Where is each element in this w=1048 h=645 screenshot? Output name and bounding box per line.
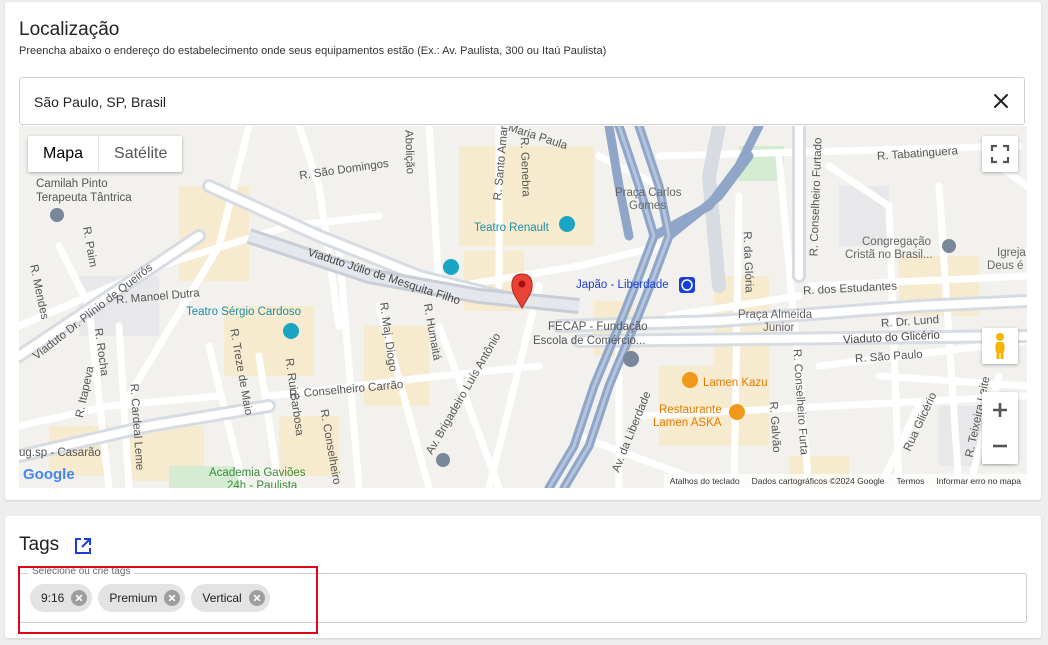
- tags-select-field[interactable]: Selecione ou crie tags 9:16 Premium Vert…: [19, 566, 1027, 623]
- map-label: R. da Glória: [740, 231, 755, 293]
- zoom-in-icon[interactable]: [982, 392, 1018, 428]
- map-data-text: Dados cartográficos ©2024 Google: [751, 476, 885, 486]
- tag-chip-label: 9:16: [41, 591, 65, 605]
- map-label: Praça Almeida: [738, 309, 813, 321]
- map-label: Lamen Kazu: [703, 377, 768, 389]
- location-title: Localização: [19, 19, 120, 40]
- map-label: Deus é: [987, 260, 1024, 272]
- tag-chip[interactable]: Vertical: [191, 584, 270, 612]
- keyboard-shortcuts-link[interactable]: Atalhos do teclado: [664, 476, 746, 486]
- location-subtitle: Preencha abaixo o endereço do estabeleci…: [19, 45, 607, 57]
- pegman-icon: [995, 333, 1005, 359]
- map-type-control: Mapa Satélite: [28, 136, 183, 172]
- map-label: ug.sp - Casarão: [19, 447, 101, 459]
- map-label: Teatro Renault: [474, 222, 549, 234]
- location-card: Localização Preencha abaixo o endereço d…: [5, 2, 1041, 500]
- tag-chip-label: Vertical: [202, 591, 242, 605]
- street-view-button[interactable]: [982, 328, 1018, 364]
- map-label: Academia Gaviões: [209, 467, 306, 479]
- map-label: Escola de Comércio...: [533, 335, 646, 347]
- remove-tag-icon[interactable]: [71, 590, 88, 606]
- remove-tag-icon[interactable]: [248, 590, 265, 606]
- close-icon[interactable]: [990, 90, 1012, 112]
- tag-chip[interactable]: 9:16: [30, 584, 93, 612]
- map-label: Terapeuta Tântrica: [36, 192, 132, 204]
- map-label: Junior: [763, 322, 795, 334]
- map-label: Lamen ASKA: [653, 417, 722, 429]
- map-label: Gomes: [629, 200, 667, 212]
- terms-link[interactable]: Termos: [891, 476, 931, 486]
- report-error-link[interactable]: Informar erro no mapa: [930, 476, 1027, 486]
- tab-map[interactable]: Mapa: [28, 136, 98, 172]
- map-label: Teatro Sérgio Cardoso: [186, 306, 302, 318]
- tab-satellite[interactable]: Satélite: [98, 136, 182, 172]
- map-label: Praça Carlos: [615, 187, 682, 199]
- map-label: Japão - Liberdade: [576, 279, 669, 291]
- map[interactable]: R. São Domingos Camilah Pinto Terapeuta …: [19, 126, 1027, 488]
- address-search-field[interactable]: [19, 77, 1025, 125]
- fullscreen-icon: [990, 144, 1010, 164]
- map-label: R. Genebra: [517, 137, 532, 197]
- fullscreen-button[interactable]: [982, 136, 1018, 172]
- tag-chip[interactable]: Premium: [98, 584, 186, 612]
- tags-card: Tags Selecione ou crie tags 9:16 Premium…: [5, 516, 1041, 638]
- google-logo: Google: [23, 466, 75, 483]
- map-label: Congregação: [862, 236, 932, 248]
- address-input[interactable]: [32, 88, 936, 116]
- map-label: 24h - Paulista: [227, 480, 298, 488]
- tags-field-label: Selecione ou crie tags: [28, 566, 135, 577]
- map-label: Restaurante: [659, 404, 722, 416]
- tag-chip-list: 9:16 Premium Vertical: [30, 584, 270, 612]
- tag-chip-label: Premium: [109, 591, 158, 605]
- zoom-control: [982, 392, 1018, 464]
- tags-title: Tags: [19, 534, 60, 555]
- map-label: Igreja: [997, 247, 1026, 259]
- remove-tag-icon[interactable]: [164, 590, 181, 606]
- map-label: Camilah Pinto: [36, 178, 108, 190]
- zoom-out-icon[interactable]: [982, 428, 1018, 464]
- map-label: Cristã no Brasil...: [845, 249, 933, 261]
- map-label: FECAP - Fundação: [548, 321, 648, 333]
- map-label: Abolição: [402, 129, 416, 175]
- external-link-icon[interactable]: [73, 536, 93, 556]
- map-attribution: Atalhos do teclado Dados cartográficos ©…: [663, 474, 1027, 488]
